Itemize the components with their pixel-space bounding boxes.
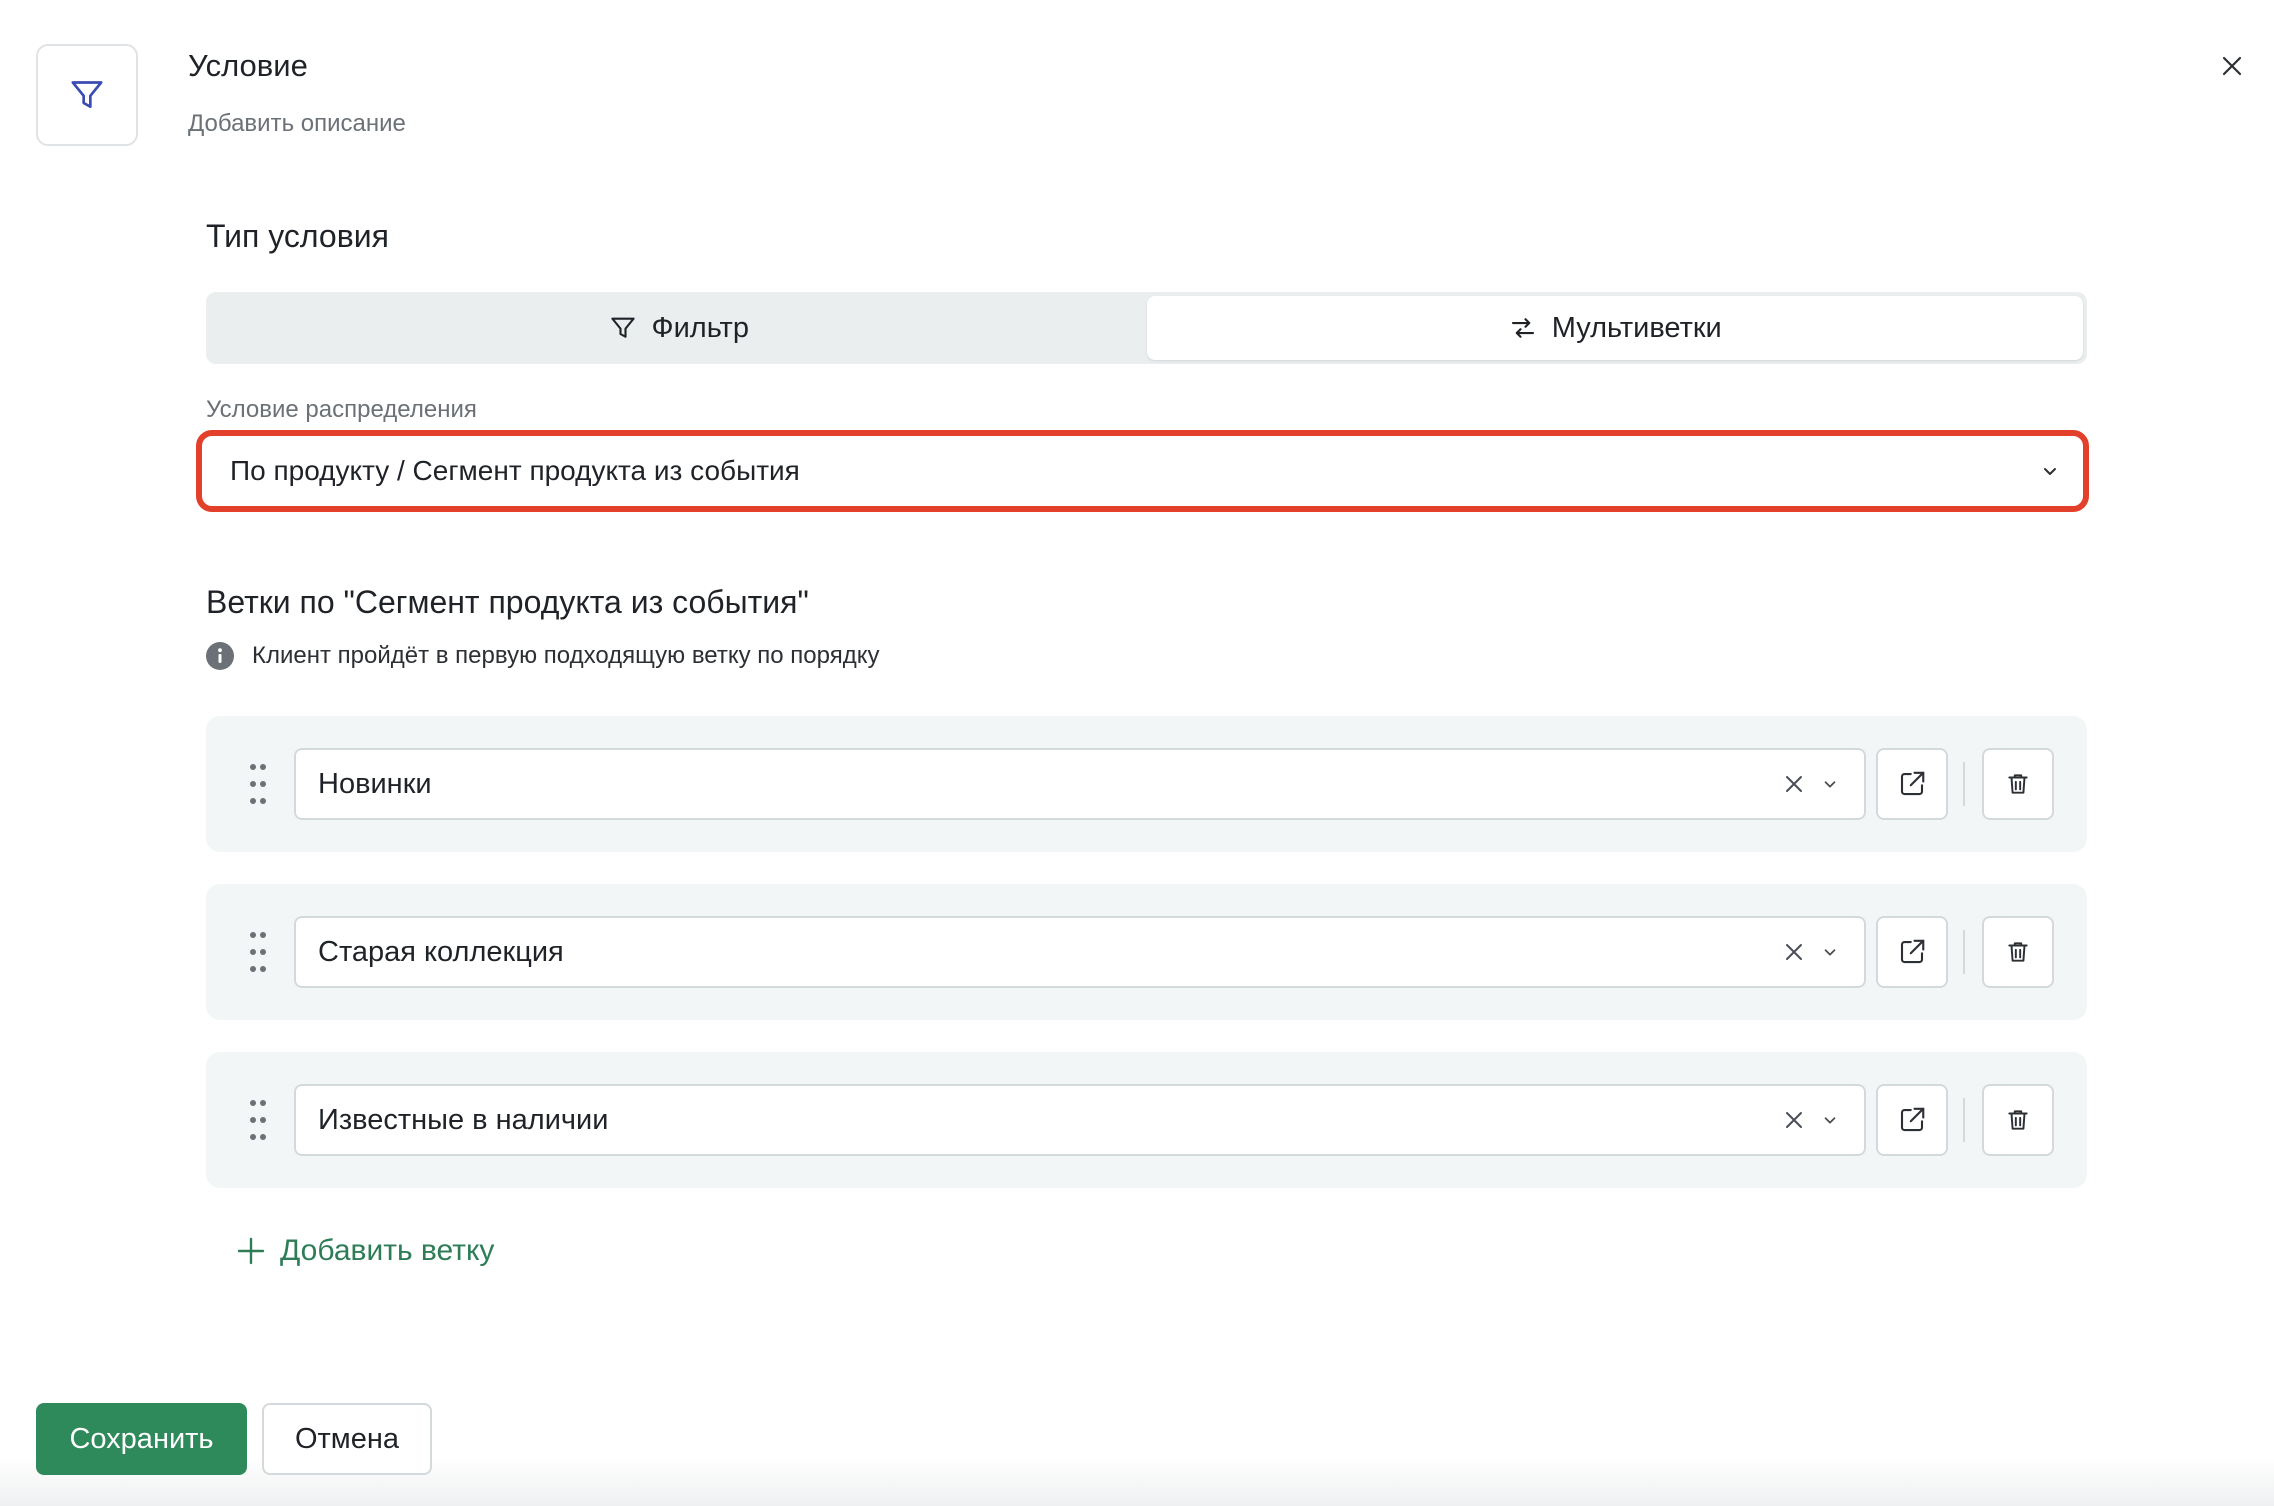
clear-icon[interactable]: [1784, 774, 1804, 794]
plus-icon: [237, 1237, 265, 1265]
external-link-icon: [1900, 939, 1925, 964]
open-segment-button[interactable]: [1876, 1084, 1948, 1156]
description-placeholder[interactable]: Добавить описание: [188, 110, 406, 138]
drag-handle-icon[interactable]: [248, 930, 268, 974]
chevron-down-icon: [1824, 949, 1836, 956]
divider: [1963, 762, 1965, 806]
branch-segment-select[interactable]: Старая коллекция: [294, 916, 1866, 988]
page-title[interactable]: Условие: [188, 48, 308, 84]
divider: [1963, 1098, 1965, 1142]
branch-row: Известные в наличии: [206, 1052, 2087, 1188]
drag-handle-icon[interactable]: [248, 762, 268, 806]
distribution-select[interactable]: По продукту / Сегмент продукта из событи…: [196, 430, 2089, 512]
close-button[interactable]: [2208, 42, 2256, 90]
trash-icon: [2008, 774, 2028, 794]
branch-segment-select[interactable]: Известные в наличии: [294, 1084, 1866, 1156]
branch-row: Новинки: [206, 716, 2087, 852]
branch-row: Старая коллекция: [206, 884, 2087, 1020]
node-type-icon: [36, 44, 138, 146]
distribution-value: По продукту / Сегмент продукта из событи…: [230, 455, 800, 486]
branch-segment-value: Новинки: [318, 767, 432, 800]
external-link-icon: [1900, 771, 1925, 796]
filter-icon: [610, 317, 635, 338]
external-link-icon: [1900, 1107, 1925, 1132]
chevron-down-icon: [1824, 781, 1836, 788]
chevron-down-icon: [2044, 468, 2056, 475]
distribution-label: Условие распределения: [206, 396, 477, 423]
info-icon: [206, 642, 234, 670]
tab-multibranch-label: Мультиветки: [1551, 311, 1722, 344]
close-icon: [2222, 56, 2242, 76]
delete-branch-button[interactable]: [1982, 1084, 2054, 1156]
add-branch-button[interactable]: Добавить ветку: [236, 1234, 494, 1268]
filter-icon: [71, 81, 103, 108]
branches-info-text: Клиент пройдёт в первую подходящую ветку…: [252, 642, 880, 669]
trash-icon: [2008, 942, 2028, 962]
cancel-button[interactable]: Отмена: [262, 1403, 432, 1475]
open-segment-button[interactable]: [1876, 748, 1948, 820]
tab-multibranch[interactable]: Мультиветки: [1146, 296, 2083, 360]
add-branch-label: Добавить ветку: [280, 1234, 495, 1267]
delete-branch-button[interactable]: [1982, 748, 2054, 820]
branch-segment-value: Известные в наличии: [318, 1103, 609, 1136]
save-button[interactable]: Сохранить: [36, 1403, 247, 1475]
tab-filter-label: Фильтр: [651, 311, 749, 344]
divider: [1963, 930, 1965, 974]
trash-icon: [2008, 1110, 2028, 1130]
branch-segment-value: Старая коллекция: [318, 935, 564, 968]
delete-branch-button[interactable]: [1982, 916, 2054, 988]
branches-info: Клиент пройдёт в первую подходящую ветку…: [206, 642, 879, 670]
clear-icon[interactable]: [1784, 942, 1804, 962]
open-segment-button[interactable]: [1876, 916, 1948, 988]
branch-segment-select[interactable]: Новинки: [294, 748, 1866, 820]
branches-title: Ветки по "Сегмент продукта из события": [206, 584, 809, 620]
multibranch-icon: [1511, 318, 1534, 338]
drag-handle-icon[interactable]: [248, 1098, 268, 1142]
tab-filter[interactable]: Фильтр: [210, 296, 1147, 360]
condition-type-switch: Фильтр Мультиветки: [206, 292, 2087, 364]
chevron-down-icon: [1824, 1117, 1836, 1124]
condition-type-title: Тип условия: [206, 218, 389, 254]
clear-icon[interactable]: [1784, 1110, 1804, 1130]
